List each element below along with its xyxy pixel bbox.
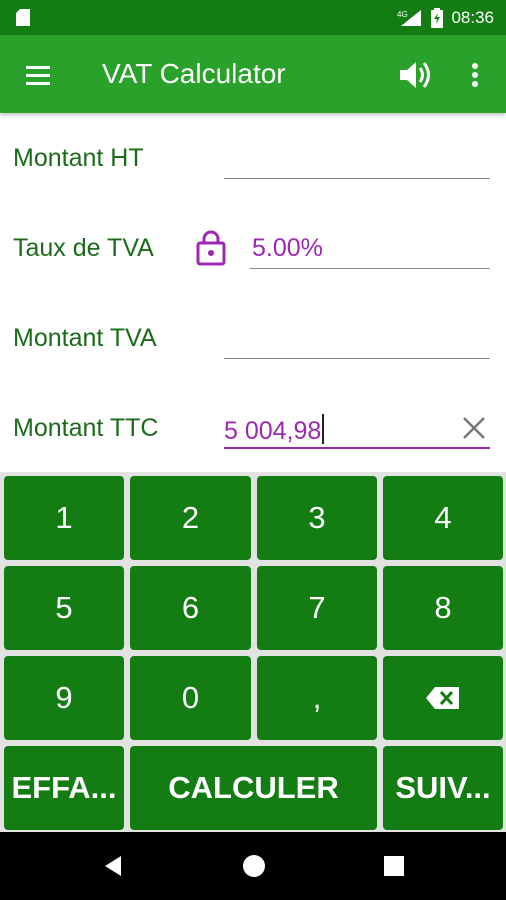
network-type-label: 4G (397, 10, 408, 19)
key-7[interactable]: 7 (257, 566, 377, 650)
taux-tva-label: Taux de TVA (13, 234, 154, 262)
montant-ttc-input[interactable]: 5 004,98 (224, 414, 325, 446)
montant-tva-label: Montant TVA (13, 324, 157, 352)
status-time: 08:36 (451, 7, 494, 27)
key-3[interactable]: 3 (257, 476, 377, 560)
key-6[interactable]: 6 (130, 566, 251, 650)
signal-icon: 4G (397, 9, 422, 26)
key-9[interactable]: 9 (4, 656, 124, 740)
backspace-icon (426, 687, 459, 709)
key-4[interactable]: 4 (383, 476, 503, 560)
montant-tva-underline (224, 358, 490, 359)
home-icon[interactable] (242, 854, 266, 878)
key-5[interactable]: 5 (4, 566, 124, 650)
key-1[interactable]: 1 (4, 476, 124, 560)
taux-tva-input[interactable]: 5.00% (252, 234, 323, 263)
clear-icon[interactable] (459, 413, 489, 443)
calculate-button[interactable]: CALCULER (130, 746, 377, 830)
next-button[interactable]: SUIV... (383, 746, 503, 830)
montant-ttc-value: 5 004,98 (224, 417, 322, 445)
key-0[interactable]: 0 (130, 656, 251, 740)
key-comma[interactable]: , (257, 656, 377, 740)
keypad: 1 2 3 4 5 6 7 8 9 0 , EFFA... CALCULER S… (0, 472, 506, 832)
app-bar: VAT Calculator (0, 35, 506, 113)
clear-all-button[interactable]: EFFA... (4, 746, 124, 830)
battery-icon (431, 7, 444, 28)
montant-ht-label: Montant HT (13, 144, 144, 172)
montant-ttc-label: Montant TTC (13, 414, 159, 442)
montant-ht-underline (224, 178, 490, 179)
hamburger-menu-icon[interactable] (20, 57, 56, 93)
more-vert-icon[interactable] (462, 57, 488, 93)
backspace-key[interactable] (383, 656, 503, 740)
volume-icon[interactable] (396, 55, 436, 95)
montant-ttc-underline (224, 447, 490, 449)
app-title: VAT Calculator (102, 58, 286, 89)
key-2[interactable]: 2 (130, 476, 251, 560)
text-cursor (322, 414, 325, 444)
sd-card-icon (16, 9, 30, 26)
lock-icon[interactable] (196, 228, 226, 268)
taux-tva-underline (250, 268, 490, 269)
key-8[interactable]: 8 (383, 566, 503, 650)
navigation-bar (0, 832, 506, 900)
status-bar: 4G 08:36 (0, 0, 506, 35)
recents-icon[interactable] (383, 855, 405, 877)
back-icon[interactable] (103, 854, 123, 878)
